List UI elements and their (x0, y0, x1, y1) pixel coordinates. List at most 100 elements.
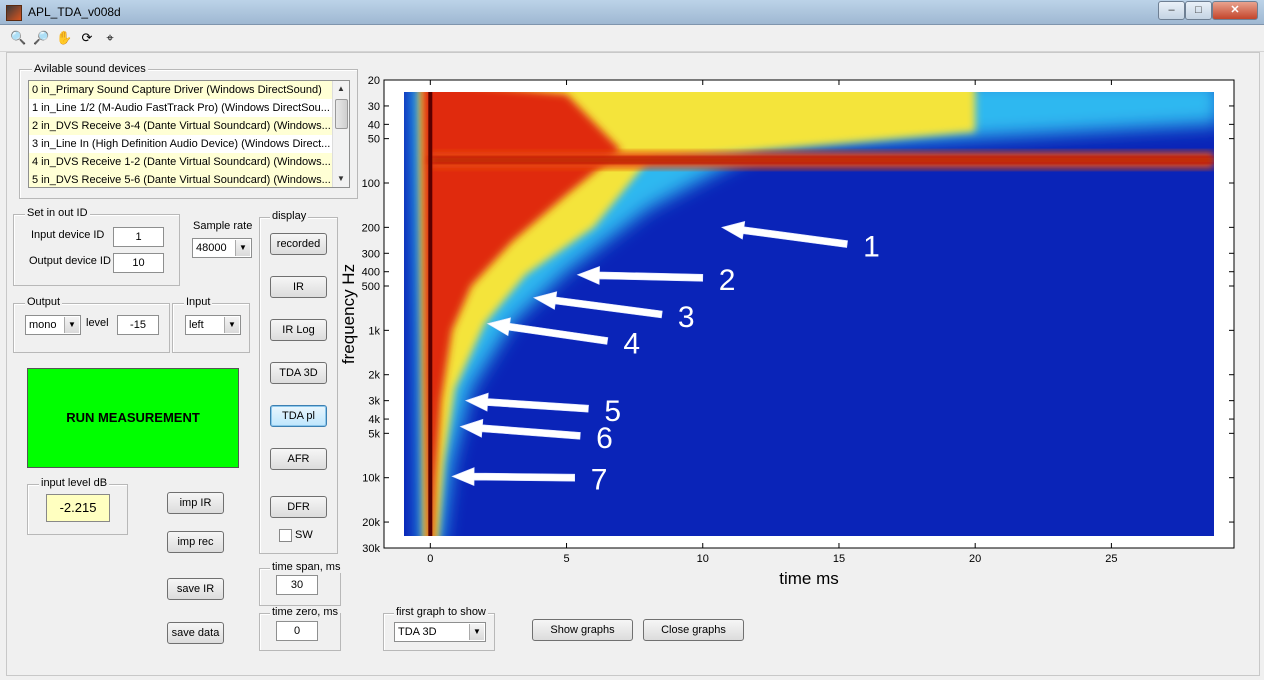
heatmap-direct-ridge (428, 92, 433, 536)
x-tick-label: 10 (697, 553, 709, 565)
x-tick-label: 25 (1105, 553, 1117, 565)
x-tick-label: 5 (563, 553, 569, 565)
y-tick-label: 1k (368, 325, 380, 337)
first-graph-value: TDA 3D (398, 626, 437, 638)
show-graphs-button[interactable]: Show graphs (532, 619, 633, 641)
save-ir-button[interactable]: save IR (167, 578, 224, 600)
figure-toolbar: 🔍 🔎 ✋ ⟳ ⌖ (0, 25, 1264, 52)
display-legend: display (270, 210, 309, 222)
imp-ir-button[interactable]: imp IR (167, 492, 224, 514)
annotation-label-2: 2 (719, 264, 736, 297)
y-tick-label: 30k (362, 543, 380, 555)
maximize-button[interactable]: □ (1185, 1, 1212, 20)
x-tick-label: 15 (833, 553, 845, 565)
output-device-id-field[interactable]: 10 (113, 253, 164, 273)
sw-checkbox[interactable] (279, 529, 292, 542)
chevron-down-icon[interactable]: ▼ (469, 624, 484, 640)
output-mode-value: mono (29, 319, 57, 331)
time-zero-legend: time zero, ms (270, 606, 341, 618)
run-measurement-button[interactable]: RUN MEASUREMENT (27, 368, 239, 468)
output-legend: Output (25, 296, 63, 308)
zoom-in-icon[interactable]: 🔍 (10, 30, 26, 46)
heatmap-lowfreq-core (430, 157, 1214, 164)
data-cursor-icon[interactable]: ⌖ (102, 30, 118, 46)
ir-button[interactable]: IR (270, 276, 327, 298)
io-id-legend: Set in out ID (25, 207, 90, 219)
y-tick-label: 20 (368, 75, 380, 87)
y-tick-label: 100 (362, 178, 380, 190)
title-bar: APL_TDA_v008d – □ ✕ (0, 0, 1264, 25)
annotation-label-6: 6 (596, 422, 613, 455)
tda-pl-button[interactable]: TDA pl (270, 405, 327, 427)
save-data-button[interactable]: save data (167, 622, 224, 644)
ir-log-button[interactable]: IR Log (270, 319, 327, 341)
sound-devices-legend: Avilable sound devices (32, 63, 148, 75)
tda-heatmap-svg[interactable]: 0 5 10 15 20 25 20 30 40 50 100 200 300 400 500 1k 2k 3k 4… (337, 72, 1247, 592)
device-item-1[interactable]: 1 in_Line 1/2 (M-Audio FastTrack Pro) (W… (29, 99, 332, 117)
y-tick-label: 200 (362, 222, 380, 234)
input-device-id-field[interactable]: 1 (113, 227, 164, 247)
device-item-4[interactable]: 4 in_DVS Receive 1-2 (Dante Virtual Soun… (29, 153, 332, 171)
input-level-readout: -2.215 (46, 494, 110, 522)
dfr-button[interactable]: DFR (270, 496, 327, 518)
input-legend: Input (184, 296, 213, 308)
device-item-3[interactable]: 3 in_Line In (High Definition Audio Devi… (29, 135, 332, 153)
pan-hand-icon[interactable]: ✋ (56, 30, 72, 46)
tda-3d-button[interactable]: TDA 3D (270, 362, 327, 384)
chevron-down-icon[interactable]: ▼ (235, 240, 250, 256)
x-tick-label: 20 (969, 553, 981, 565)
sample-rate-select[interactable]: 48000 ▼ (192, 238, 252, 258)
close-graphs-button[interactable]: Close graphs (643, 619, 744, 641)
sound-devices-listbox[interactable]: 0 in_Primary Sound Capture Driver (Windo… (28, 80, 350, 188)
sw-label: SW (293, 529, 315, 541)
input-device-id-label: Input device ID (29, 229, 107, 241)
window-title: APL_TDA_v008d (28, 5, 121, 19)
minimize-button[interactable]: – (1158, 1, 1185, 20)
time-span-legend: time span, ms (270, 561, 343, 573)
input-level-legend: input level dB (39, 477, 110, 489)
y-tick-label: 20k (362, 517, 380, 529)
first-graph-legend: first graph to show (394, 606, 488, 618)
x-axis-label: time ms (779, 569, 839, 588)
app-window: APL_TDA_v008d – □ ✕ 🔍 🔎 ✋ ⟳ ⌖ Avilable s… (0, 0, 1264, 680)
output-mode-select[interactable]: mono ▼ (25, 315, 81, 335)
io-id-group (13, 214, 180, 286)
sample-rate-value: 48000 (196, 242, 227, 254)
sample-rate-label: Sample rate (191, 220, 255, 232)
x-tick-label: 0 (427, 553, 433, 565)
chevron-down-icon[interactable]: ▼ (64, 317, 79, 333)
rotate-3d-icon[interactable]: ⟳ (79, 30, 95, 46)
y-tick-label: 4k (368, 414, 380, 426)
level-label: level (84, 317, 111, 329)
zoom-out-icon[interactable]: 🔎 (33, 30, 49, 46)
annotation-label-1: 1 (863, 231, 880, 264)
y-tick-label: 3k (368, 396, 380, 408)
annotation-label-3: 3 (678, 301, 695, 334)
y-tick-label: 10k (362, 473, 380, 485)
y-tick-label: 50 (368, 134, 380, 146)
recorded-button[interactable]: recorded (270, 233, 327, 255)
input-channel-select[interactable]: left ▼ (185, 315, 241, 335)
time-span-field[interactable]: 30 (276, 575, 318, 595)
time-zero-field[interactable]: 0 (276, 621, 318, 641)
y-tick-label: 500 (362, 281, 380, 293)
afr-button[interactable]: AFR (270, 448, 327, 470)
output-level-field[interactable]: -15 (117, 315, 159, 335)
input-channel-value: left (189, 319, 204, 331)
y-tick-label: 40 (368, 119, 380, 131)
y-tick-label: 5k (368, 428, 380, 440)
imp-rec-button[interactable]: imp rec (167, 531, 224, 553)
matlab-app-icon (6, 5, 22, 21)
close-button[interactable]: ✕ (1212, 1, 1258, 20)
y-tick-label: 30 (368, 101, 380, 113)
tda-plot-area[interactable]: 0 5 10 15 20 25 20 30 40 50 100 200 300 400 500 1k 2k 3k 4… (337, 72, 1247, 592)
first-graph-select[interactable]: TDA 3D ▼ (394, 622, 486, 642)
device-item-5[interactable]: 5 in_DVS Receive 5-6 (Dante Virtual Soun… (29, 171, 332, 187)
annotation-label-7: 7 (591, 464, 608, 497)
chevron-down-icon[interactable]: ▼ (224, 317, 239, 333)
y-tick-label: 2k (368, 370, 380, 382)
annotation-label-4: 4 (623, 328, 640, 361)
device-item-2[interactable]: 2 in_DVS Receive 3-4 (Dante Virtual Soun… (29, 117, 332, 135)
device-item-0[interactable]: 0 in_Primary Sound Capture Driver (Windo… (29, 81, 332, 99)
y-tick-label: 300 (362, 248, 380, 260)
